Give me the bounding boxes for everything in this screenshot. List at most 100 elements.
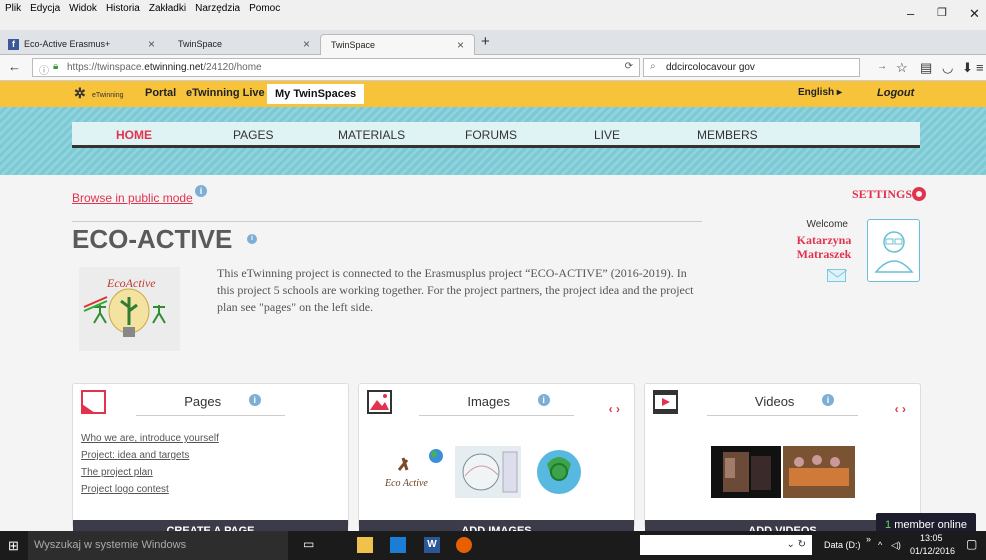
user-name[interactable]: Katarzyna Matraszek xyxy=(774,233,874,261)
close-window-icon[interactable]: ✕ xyxy=(969,6,980,22)
nav-live[interactable]: LIVE xyxy=(594,128,620,142)
pages-card-title: Pages xyxy=(160,394,246,416)
volume-icon[interactable]: ◁) xyxy=(891,540,901,551)
recycle-globe-thumb xyxy=(537,450,581,494)
main-nav: HOME PAGES MATERIALS FORUMS LIVE MEMBERS xyxy=(72,122,920,148)
hamburger-menu-icon[interactable]: ≡ xyxy=(976,60,984,75)
image-thumb-drawing[interactable] xyxy=(455,446,521,498)
logout-link[interactable]: Logout xyxy=(877,87,914,99)
avatar[interactable] xyxy=(867,219,920,282)
videos-info-icon[interactable]: i xyxy=(822,394,835,406)
pages-card-header: Pages i xyxy=(73,394,348,416)
info-icon: ⓘ xyxy=(39,66,49,77)
menu-zakladki[interactable]: Zakładki xyxy=(149,3,186,14)
tab-label: TwinSpace xyxy=(331,40,376,50)
page-link-who-we-are[interactable]: Who we are, introduce yourself xyxy=(81,430,219,447)
images-info-icon[interactable]: i xyxy=(537,394,550,406)
pages-link-list: Who we are, introduce yourself Project: … xyxy=(73,430,219,498)
etwinning-logo-icon[interactable]: ✲ xyxy=(74,85,86,102)
menu-historia[interactable]: Historia xyxy=(106,3,140,14)
drive-label[interactable]: Data (D:) xyxy=(824,540,861,550)
images-carousel-arrows[interactable]: ‹ › xyxy=(609,402,620,416)
videos-carousel-arrows[interactable]: ‹ › xyxy=(895,402,906,416)
tab-eco-active[interactable]: f Eco-Active Erasmus+ × xyxy=(0,34,165,55)
my-twinspaces-link[interactable]: My TwinSpaces xyxy=(267,84,365,104)
pages-card: Pages i Who we are, introduce yourself P… xyxy=(72,383,349,542)
etwinning-live-link[interactable]: eTwinning Live xyxy=(186,87,265,99)
project-logo-image: EcoActive xyxy=(79,267,180,351)
image-thumb-logo[interactable]: Eco Active xyxy=(381,446,445,498)
thumb-logo-text: Eco Active xyxy=(384,478,428,489)
new-tab-icon[interactable]: + xyxy=(481,33,490,50)
tab-twinspace-active[interactable]: TwinSpace × xyxy=(320,34,475,55)
url-prefix: https://twinspace. xyxy=(67,62,145,73)
info-icon[interactable]: i xyxy=(195,185,207,197)
videos-card-title: Videos xyxy=(730,394,819,416)
menu-edycja[interactable]: Edycja xyxy=(30,3,60,14)
search-icon: ⌕ xyxy=(650,61,656,72)
nav-members[interactable]: MEMBERS xyxy=(697,128,758,142)
go-arrow-icon[interactable]: → xyxy=(877,61,887,72)
tab-label: Eco-Active Erasmus+ xyxy=(24,39,111,49)
download-icon[interactable]: ⬇ xyxy=(962,60,973,76)
search-field[interactable]: ⌕ ddcircolocavour gov → xyxy=(643,58,887,77)
notification-icon[interactable]: ▢ xyxy=(966,537,977,551)
minimize-icon[interactable]: – xyxy=(907,6,914,21)
pocket-icon[interactable]: ◡ xyxy=(942,60,953,76)
logo-text: EcoActive xyxy=(106,276,156,290)
tray-chevron-icon[interactable]: ^ xyxy=(878,540,882,550)
back-icon[interactable]: ← xyxy=(8,59,21,74)
online-label: member online xyxy=(891,519,967,531)
menu-pomoc[interactable]: Pomoc xyxy=(249,3,280,14)
images-card: Images i ‹ › Eco Active ADD IMAGES xyxy=(358,383,635,542)
restore-icon[interactable]: ❐ xyxy=(937,6,947,19)
portal-link[interactable]: Portal xyxy=(145,87,176,99)
media-player-icon[interactable] xyxy=(390,537,406,553)
language-select[interactable]: English ▸ xyxy=(798,87,842,98)
close-tab-icon[interactable]: × xyxy=(457,38,464,52)
project-logo: EcoActive xyxy=(79,267,180,351)
nav-home[interactable]: HOME xyxy=(116,128,152,142)
bookmark-star-icon[interactable]: ☆ xyxy=(896,60,908,76)
settings-button[interactable]: SETTINGS xyxy=(852,187,927,202)
overflow-icon[interactable]: » xyxy=(866,534,871,544)
menu-widok[interactable]: Widok xyxy=(69,3,97,14)
nav-pages[interactable]: PAGES xyxy=(233,128,273,142)
address-bar[interactable]: ⓘ 🔒︎ https://twinspace.etwinning.net/241… xyxy=(32,58,640,77)
browse-public-link[interactable]: Browse in public mode xyxy=(72,191,193,205)
nav-forums[interactable]: FORUMS xyxy=(465,128,517,142)
tab-label: TwinSpace xyxy=(178,39,223,49)
menu-plik[interactable]: Plik xyxy=(5,3,21,14)
page-link-idea-targets[interactable]: Project: idea and targets xyxy=(81,447,219,464)
menu-narzedzia[interactable]: Narzędzia xyxy=(195,3,240,14)
tab-twinspace-1[interactable]: TwinSpace × xyxy=(168,34,320,55)
video-thumb-1[interactable] xyxy=(711,446,781,498)
video-thumb-2-image xyxy=(783,446,855,498)
taskbar-address-field[interactable]: ⌄ ↻ xyxy=(640,535,812,555)
word-icon[interactable]: W xyxy=(424,537,440,553)
taskbar-search[interactable]: Wyszukaj w systemie Windows xyxy=(28,531,288,560)
file-explorer-icon[interactable] xyxy=(357,537,373,553)
close-tab-icon[interactable]: × xyxy=(303,37,310,51)
mail-icon[interactable] xyxy=(827,269,848,282)
firefox-icon[interactable] xyxy=(456,537,472,553)
divider xyxy=(72,221,702,222)
page-link-logo-contest[interactable]: Project logo contest xyxy=(81,481,219,498)
menu-bar: Plik Edycja Widok Historia Zakładki Narz… xyxy=(0,0,986,30)
close-tab-icon[interactable]: × xyxy=(148,37,155,51)
page-link-project-plan[interactable]: The project plan xyxy=(81,464,219,481)
videos-card-header: Videos i xyxy=(645,394,920,416)
pages-info-icon[interactable]: i xyxy=(248,394,261,406)
reload-icon[interactable]: ⟳ xyxy=(625,61,633,72)
windows-taskbar: ⊞ Wyszukaj w systemie Windows ▭ W ⌄ ↻ Da… xyxy=(0,531,986,560)
reading-list-icon[interactable]: ▤ xyxy=(920,60,932,76)
eco-active-logo-thumb: Eco Active xyxy=(384,449,443,489)
windows-start-icon[interactable]: ⊞ xyxy=(8,538,19,554)
title-info-icon[interactable]: i xyxy=(247,234,257,244)
task-view-icon[interactable]: ▭ xyxy=(303,537,319,553)
image-thumb-recycle[interactable] xyxy=(527,446,591,498)
clock-date[interactable]: 01/12/2016 xyxy=(910,546,955,556)
nav-materials[interactable]: MATERIALS xyxy=(338,128,405,142)
video-thumb-2[interactable] xyxy=(783,446,855,498)
clock-time[interactable]: 13:05 xyxy=(920,533,943,543)
